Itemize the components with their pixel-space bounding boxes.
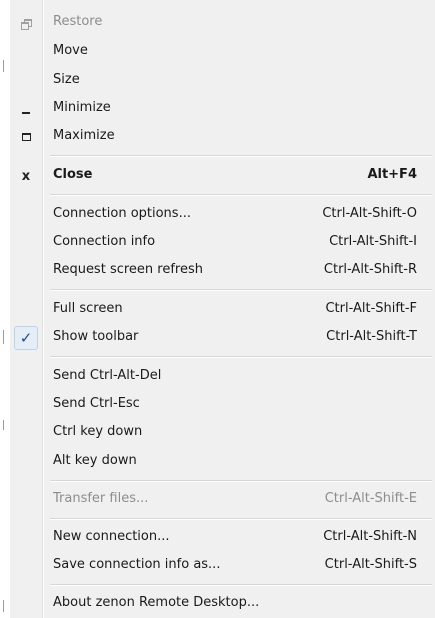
menu-item-shortcut: Ctrl-Alt-Shift-R (323, 262, 417, 277)
menu-item-close[interactable]: x Close Alt+F4 (10, 162, 435, 190)
menu-item-label: Minimize (53, 100, 111, 115)
menu-item-shortcut: Ctrl-Alt-Shift-I (329, 234, 417, 249)
menu-item-label: Send Ctrl-Esc (53, 396, 140, 411)
menu-item-label: Ctrl key down (53, 424, 143, 439)
menu-item-send-ctrl-esc[interactable]: Send Ctrl-Esc (10, 391, 435, 419)
menu-item-label: Request screen refresh (53, 262, 203, 277)
menu-item-size[interactable]: Size (10, 67, 435, 95)
menu-item-move[interactable]: Move (10, 38, 435, 66)
menu-item-shortcut: Ctrl-Alt-Shift-O (322, 206, 417, 221)
restore-icon (10, 9, 42, 37)
menu-item-full-screen[interactable]: Full screen Ctrl-Alt-Shift-F (10, 296, 435, 324)
menu-item-request-screen-refresh[interactable]: Request screen refresh Ctrl-Alt-Shift-R (10, 257, 435, 285)
menu-item-transfer-files[interactable]: Transfer files... Ctrl-Alt-Shift-E (10, 486, 435, 514)
menu-item-label: Connection options... (53, 206, 191, 221)
menu-item-label: Size (53, 72, 80, 87)
menu-item-minimize[interactable]: Minimize (10, 95, 435, 123)
menu-item-shortcut: Ctrl-Alt-Shift-F (325, 301, 417, 316)
menu-separator (50, 289, 432, 291)
menu-item-shortcut: Ctrl-Alt-Shift-T (326, 329, 417, 344)
menu-item-connection-options[interactable]: Connection options... Ctrl-Alt-Shift-O (10, 201, 435, 229)
menu-item-ctrl-key-down[interactable]: Ctrl key down (10, 419, 435, 447)
menu-item-label: Maximize (53, 128, 115, 143)
checkmark-icon: ✓ (14, 326, 38, 350)
system-context-menu: Restore Move Size Minimize Maximize x Cl… (10, 0, 435, 618)
menu-item-label: Close (53, 167, 93, 182)
menu-item-label: Save connection info as... (53, 557, 221, 572)
menu-item-about[interactable]: About zenon Remote Desktop... (10, 590, 435, 618)
menu-item-maximize[interactable]: Maximize (10, 123, 435, 151)
menu-separator (50, 518, 432, 520)
menu-item-label: About zenon Remote Desktop... (53, 595, 260, 610)
menu-item-alt-key-down[interactable]: Alt key down (10, 448, 435, 476)
menu-item-label: Show toolbar (53, 329, 139, 344)
menu-item-label: Send Ctrl-Alt-Del (53, 368, 162, 383)
menu-item-shortcut: Ctrl-Alt-Shift-E (324, 491, 417, 506)
menu-separator (50, 155, 432, 157)
menu-item-shortcut: Ctrl-Alt-Shift-N (323, 529, 417, 544)
menu-item-label: New connection... (53, 529, 170, 544)
menu-separator (50, 584, 432, 586)
menu-item-label: Restore (53, 14, 103, 29)
menu-item-restore[interactable]: Restore (10, 9, 435, 37)
menu-item-label: Connection info (53, 234, 156, 249)
menu-item-shortcut: Alt+F4 (367, 167, 417, 182)
menu-item-new-connection[interactable]: New connection... Ctrl-Alt-Shift-N (10, 524, 435, 552)
menu-separator (50, 194, 432, 196)
menu-item-label: Full screen (53, 301, 123, 316)
menu-item-show-toolbar[interactable]: ✓ Show toolbar Ctrl-Alt-Shift-T (10, 324, 435, 352)
menu-item-save-connection-info[interactable]: Save connection info as... Ctrl-Alt-Shif… (10, 552, 435, 580)
background-window-edge (0, 0, 10, 618)
menu-item-label: Move (53, 43, 88, 58)
minimize-icon (10, 95, 42, 123)
close-icon: x (21, 168, 31, 184)
menu-item-send-ctrl-alt-del[interactable]: Send Ctrl-Alt-Del (10, 363, 435, 391)
menu-item-label: Transfer files... (53, 491, 149, 506)
menu-separator (50, 356, 432, 358)
menu-item-label: Alt key down (53, 453, 137, 468)
menu-separator (50, 480, 432, 482)
menu-item-shortcut: Ctrl-Alt-Shift-S (324, 557, 417, 572)
maximize-icon (10, 123, 42, 151)
menu-item-connection-info[interactable]: Connection info Ctrl-Alt-Shift-I (10, 229, 435, 257)
